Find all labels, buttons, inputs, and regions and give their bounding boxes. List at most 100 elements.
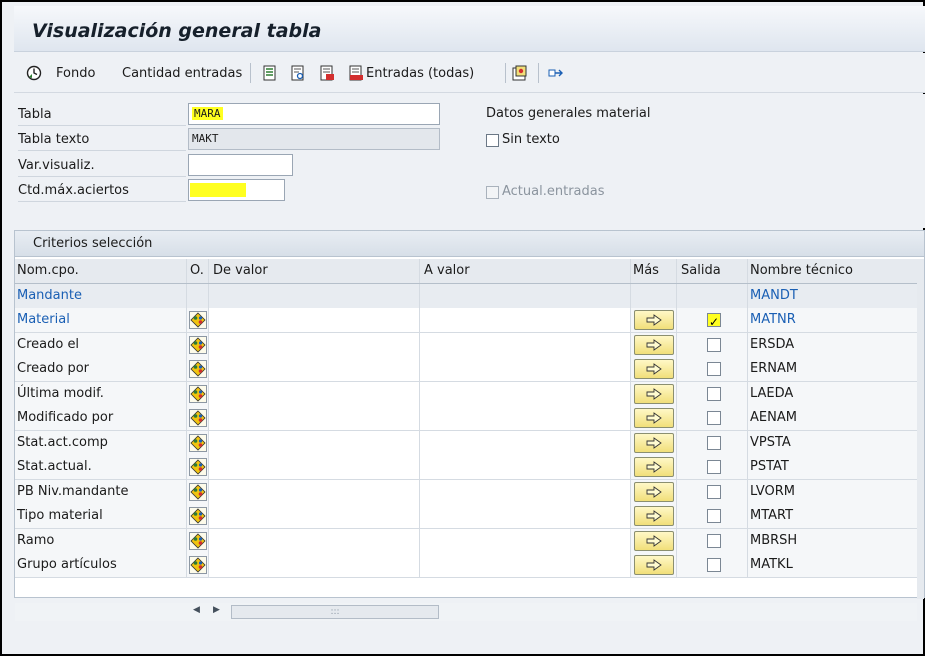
a-valor-input[interactable] xyxy=(420,430,631,455)
sin-texto-checkbox[interactable] xyxy=(486,134,499,147)
table-row: Grupo artículos MATKL xyxy=(15,552,917,578)
de-valor-input[interactable] xyxy=(209,528,420,553)
salida-checkbox[interactable] xyxy=(707,509,721,524)
row-tech-name: MTART xyxy=(748,504,917,529)
toolbar-separator xyxy=(250,63,251,83)
salida-checkbox[interactable] xyxy=(707,484,721,499)
selection-option-button[interactable] xyxy=(189,433,207,452)
row-to-cell xyxy=(420,284,631,308)
selection-option-button[interactable] xyxy=(189,458,207,477)
ctd-max-aciertos-input[interactable] xyxy=(188,179,285,201)
selection-option-button[interactable] xyxy=(189,531,207,550)
col-nom-cpo[interactable]: Nom.cpo. xyxy=(15,259,187,283)
row-out-cell xyxy=(677,406,748,431)
arrow-right-icon xyxy=(635,387,673,400)
selection-option-button[interactable] xyxy=(189,311,207,330)
selection-option-button[interactable] xyxy=(189,360,207,379)
selection-option-button[interactable] xyxy=(189,384,207,403)
salida-checkbox[interactable] xyxy=(707,337,721,352)
de-valor-input[interactable] xyxy=(209,504,420,529)
table-row: Última modif. LAEDA xyxy=(15,381,917,407)
more-selection-button[interactable] xyxy=(634,481,674,502)
de-valor-input[interactable] xyxy=(209,552,420,577)
more-selection-button[interactable] xyxy=(634,432,674,453)
scroll-thumb[interactable]: ::: xyxy=(231,605,439,619)
salida-checkbox[interactable] xyxy=(707,557,721,572)
variant-button[interactable] xyxy=(512,63,528,83)
salida-checkbox[interactable]: ✓ xyxy=(707,313,721,329)
col-nombre-tecnico[interactable]: Nombre técnico xyxy=(748,259,917,283)
entradas-todas-button[interactable]: Entradas (todas) xyxy=(348,63,474,83)
col-a-valor[interactable]: A valor xyxy=(420,259,631,283)
col-mas[interactable]: Más xyxy=(631,259,677,283)
scroll-left-icon[interactable]: ◀ xyxy=(193,605,200,615)
selection-option-icon xyxy=(190,557,206,573)
more-selection-button[interactable] xyxy=(634,383,674,404)
field-selection-button[interactable] xyxy=(290,63,306,83)
a-valor-input[interactable] xyxy=(420,504,631,529)
row-out-cell xyxy=(677,332,748,357)
selection-option-button[interactable] xyxy=(189,555,207,574)
vertical-scrollbar[interactable] xyxy=(917,259,924,599)
cantidad-entradas-button[interactable]: Cantidad entradas xyxy=(122,63,242,83)
col-op[interactable]: O. xyxy=(187,259,209,283)
table-row: Creado por ERNAM xyxy=(15,357,917,383)
salida-checkbox[interactable] xyxy=(707,435,721,450)
selection-option-button[interactable] xyxy=(189,482,207,501)
de-valor-input[interactable] xyxy=(209,430,420,455)
a-valor-input[interactable] xyxy=(420,381,631,406)
a-valor-input[interactable] xyxy=(420,528,631,553)
more-selection-button[interactable] xyxy=(634,334,674,355)
de-valor-input[interactable] xyxy=(209,406,420,431)
row-more-cell xyxy=(631,455,677,480)
a-valor-input[interactable] xyxy=(420,308,631,333)
de-valor-input[interactable] xyxy=(209,455,420,480)
more-selection-button[interactable] xyxy=(634,554,674,575)
more-selection-button[interactable] xyxy=(634,457,674,478)
delete-selection-button[interactable] xyxy=(319,63,335,83)
a-valor-input[interactable] xyxy=(420,455,631,480)
a-valor-input[interactable] xyxy=(420,552,631,577)
de-valor-input[interactable] xyxy=(209,308,420,333)
transport-button[interactable] xyxy=(548,63,564,83)
row-field-name: Última modif. xyxy=(15,381,187,406)
more-selection-button[interactable] xyxy=(634,408,674,429)
row-field-name: Stat.act.comp xyxy=(15,430,187,455)
table-row: Modificado por AENAM xyxy=(15,406,917,432)
fondo-button[interactable]: Fondo xyxy=(26,63,95,83)
select-fields-button[interactable] xyxy=(262,63,278,83)
a-valor-input[interactable] xyxy=(420,357,631,382)
var-visualiz-input[interactable] xyxy=(188,154,293,176)
arrow-right-icon xyxy=(635,485,673,498)
tabla-input[interactable]: MARA xyxy=(188,103,440,125)
selection-option-button[interactable] xyxy=(189,335,207,354)
col-de-valor[interactable]: De valor xyxy=(209,259,420,283)
row-tech-name: PSTAT xyxy=(748,455,917,480)
row-out-cell xyxy=(677,552,748,577)
salida-checkbox[interactable] xyxy=(707,362,721,377)
cantidad-entradas-label: Cantidad entradas xyxy=(122,65,243,81)
row-more-cell xyxy=(631,381,677,406)
salida-checkbox[interactable] xyxy=(707,460,721,475)
de-valor-input[interactable] xyxy=(209,479,420,504)
a-valor-input[interactable] xyxy=(420,479,631,504)
de-valor-input[interactable] xyxy=(209,357,420,382)
more-selection-button[interactable] xyxy=(634,310,674,331)
a-valor-input[interactable] xyxy=(420,406,631,431)
more-selection-button[interactable] xyxy=(634,530,674,551)
a-valor-input[interactable] xyxy=(420,332,631,357)
salida-checkbox[interactable] xyxy=(707,386,721,401)
salida-checkbox[interactable] xyxy=(707,533,721,548)
selection-option-button[interactable] xyxy=(189,507,207,526)
entradas-todas-label: Entradas (todas) xyxy=(366,65,475,81)
more-selection-button[interactable] xyxy=(634,359,674,380)
row-out-cell xyxy=(677,455,748,480)
de-valor-input[interactable] xyxy=(209,332,420,357)
salida-checkbox[interactable] xyxy=(707,411,721,426)
de-valor-input[interactable] xyxy=(209,381,420,406)
more-selection-button[interactable] xyxy=(634,506,674,527)
scroll-right-icon[interactable]: ▶ xyxy=(213,605,220,615)
selection-option-button[interactable] xyxy=(189,409,207,428)
horizontal-scrollbar[interactable]: ◀ ▶ ::: xyxy=(15,603,917,621)
col-salida[interactable]: Salida xyxy=(677,259,748,283)
